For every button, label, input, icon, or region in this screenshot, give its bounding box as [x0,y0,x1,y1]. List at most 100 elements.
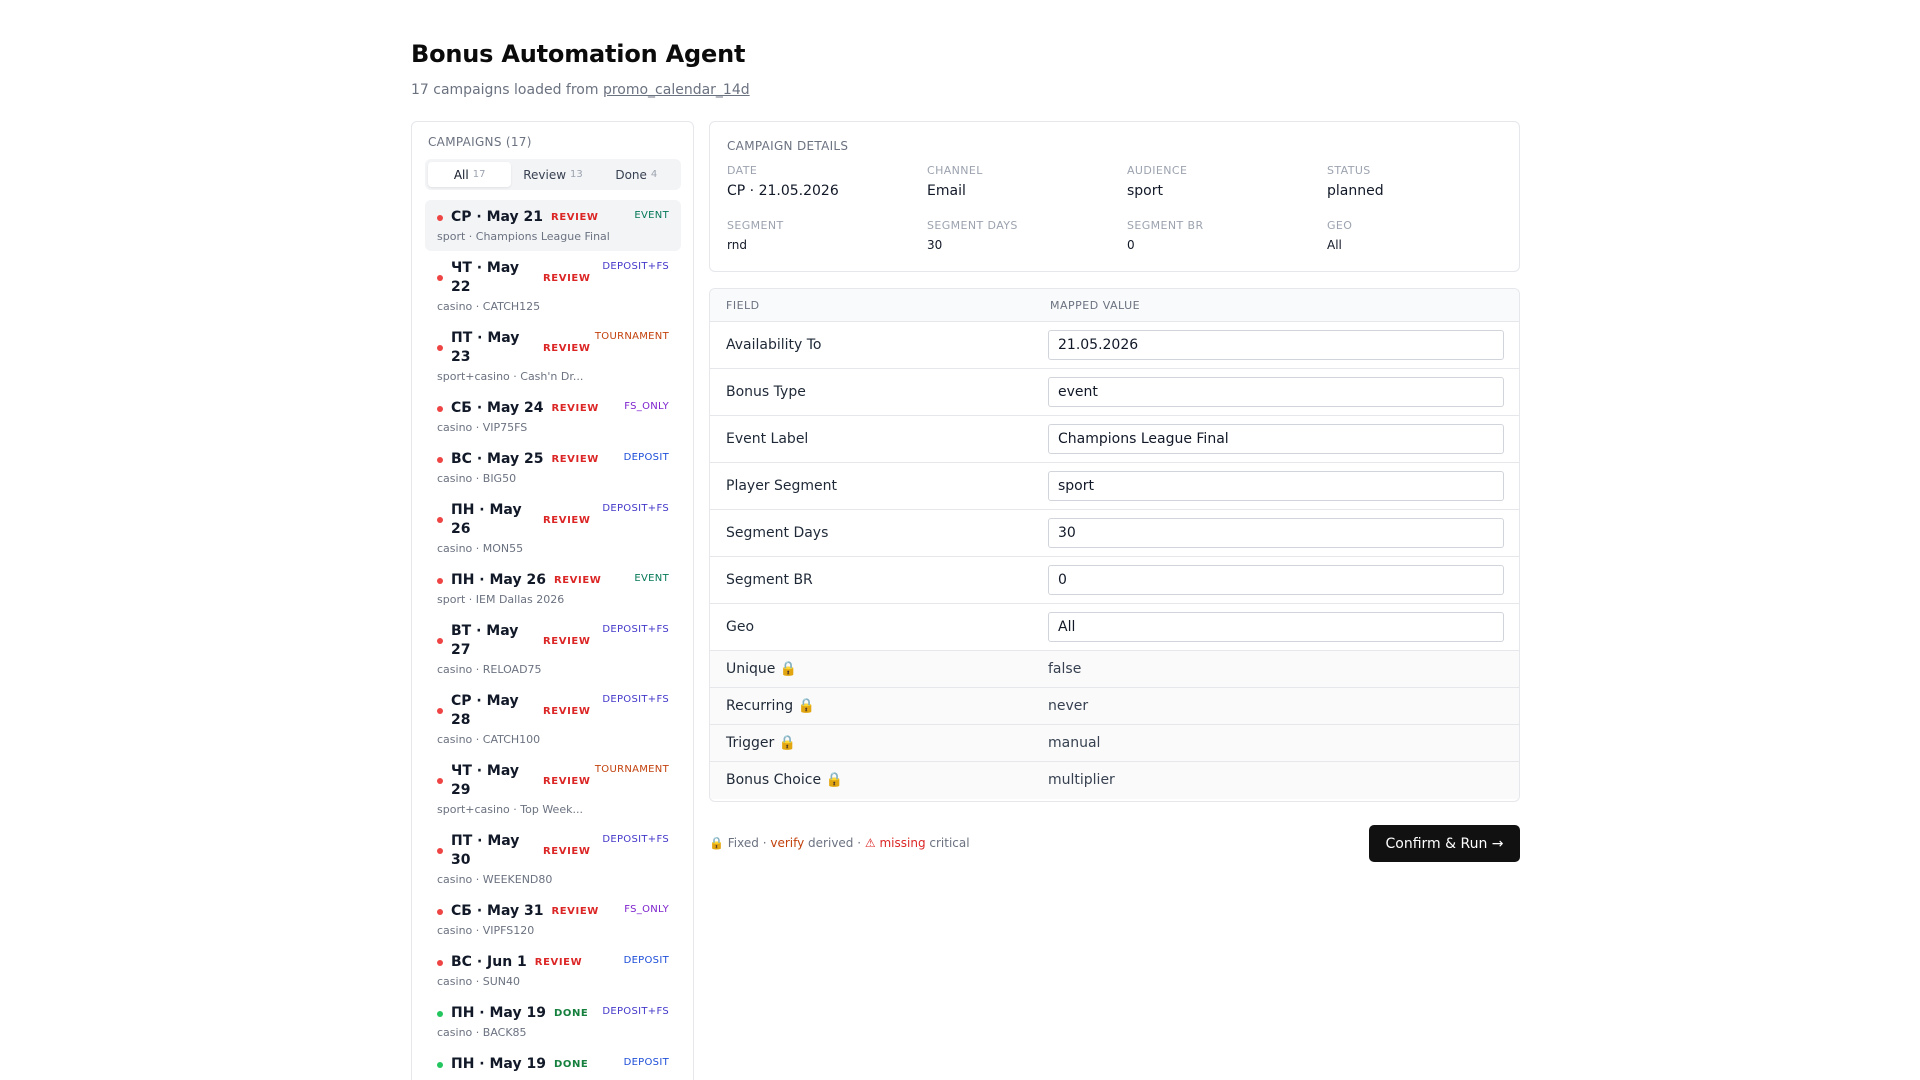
status-dot [437,345,443,351]
tab-label: Done [615,167,647,182]
campaign-list-item[interactable]: ВС · Jun 1 REVIEW DEPOSIT casino · SUN40 [425,945,681,996]
detail-value: planned [1327,183,1384,199]
campaign-date: СР · May 21 [451,209,544,225]
tab-all[interactable]: All 17 [428,162,512,187]
detail-value: 30 [927,238,943,252]
source-link[interactable]: promo_calendar_14d [603,82,750,98]
mapping-rows: Availability To Bonus Type Event Label Play… [710,322,1519,799]
legend-separator: · [762,836,767,850]
status-dot [437,959,443,966]
campaign-subtitle: sport+casino · Top Week... [437,803,583,816]
campaign-type-badge: DEPOSIT+FS [602,834,669,845]
campaign-list-item[interactable]: ЧТ · May 22 REVIEW DEPOSIT+FS casino · CATC… [425,251,681,321]
campaign-date: ПН · May 19 [451,1005,546,1021]
legend-separator: · [857,836,862,850]
campaigns-title: CAMPAIGNS (17) [428,135,532,149]
campaign-status-badge: REVIEW [543,635,591,647]
campaign-type-badge: DEPOSIT [623,452,669,463]
mapped-value-input[interactable] [1048,518,1504,548]
mapping-row: Segment Days [710,510,1519,557]
campaign-list-item[interactable]: ПТ · May 30 REVIEW DEPOSIT+FS casino · WEEK… [425,824,681,894]
campaign-list-item[interactable]: ПН · May 26 REVIEW DEPOSIT+FS casino · MON5… [425,493,681,563]
tab-review[interactable]: Review 13 [511,162,594,187]
campaign-list-item[interactable]: СР · May 21 REVIEW EVENT sport · Champions … [425,200,681,251]
campaign-date: ЧТ · May 29 [451,763,520,798]
status-dot [437,1061,443,1068]
detail-label: GEO [1327,219,1353,232]
campaign-status-badge: REVIEW [534,957,583,968]
field-label: Geo [726,619,755,635]
detail-label: SEGMENT BR [1127,219,1204,232]
campaign-type-badge: DEPOSIT+FS [602,694,669,705]
campaign-status-badge: REVIEW [551,212,599,223]
campaign-subtitle: casino · WEEKEND80 [437,873,553,886]
campaign-status-badge: REVIEW [543,845,591,857]
campaign-status-badge: REVIEW [543,514,591,526]
mapped-value-input[interactable] [1048,612,1504,642]
campaign-subtitle: casino · VIPFS120 [437,924,535,937]
detail-label: AUDIENCE [1127,164,1188,177]
mapping-row: Availability To [710,322,1519,369]
campaign-list-item[interactable]: ВС · May 25 REVIEW DEPOSIT casino · BIG50 [425,442,681,493]
campaign-subtitle: casino · RELOAD75 [437,663,542,676]
legend-derived: derived [808,836,854,850]
field-label: Segment BR [726,572,813,588]
campaign-date: СР · May 28 [451,693,519,728]
detail-segment-days: SEGMENT DAYS 30 [927,219,1018,252]
confirm-run-button[interactable]: Confirm & Run → [1369,825,1520,862]
campaign-list-item[interactable]: СР · May 28 REVIEW DEPOSIT+FS casino · CATC… [425,684,681,754]
campaign-list-item[interactable]: ВТ · May 27 REVIEW DEPOSIT+FS casino · RELO… [425,614,681,684]
campaign-status-badge: REVIEW [551,454,599,465]
campaign-list-item[interactable]: СБ · May 24 REVIEW FS_ONLY casino · VIP75FS [425,391,681,442]
mapped-value-input[interactable] [1048,565,1504,595]
detail-audience: AUDIENCE sport [1127,164,1187,199]
detail-date: DATE СР · 21.05.2026 [727,164,839,199]
detail-value: СР · 21.05.2026 [727,183,839,199]
campaign-list-item[interactable]: ПТ · May 23 REVIEW TOURNAMENT sport+casino … [425,321,681,391]
status-dot [437,778,443,784]
campaign-date: ПН · May 26 [451,572,546,588]
locked-value: never [1048,698,1089,714]
locked-mapping-row: Bonus Choice 🔒 multiplier [710,762,1519,799]
campaign-status-badge: REVIEW [551,403,599,414]
mapping-header: FIELD MAPPED VALUE [710,289,1519,322]
campaign-type-badge: DEPOSIT [623,1057,669,1068]
campaign-list-item[interactable]: СБ · May 31 REVIEW FS_ONLY casino · VIPFS12… [425,894,681,945]
campaign-list-item[interactable]: ПН · May 19 DONE DEPOSIT+FS casino · BACK85 [425,996,681,1047]
campaign-subtitle: casino · VIP75FS [437,421,528,434]
mapped-value-input[interactable] [1048,424,1504,454]
detail-value: Email [927,183,966,199]
campaign-date: СБ · May 24 [451,400,544,416]
campaign-subtitle: casino · BACK85 [437,1026,527,1039]
campaign-filter-tabs: All 17 Review 13 Done 4 [425,159,681,190]
legend-missing: ⚠ missing [864,836,926,850]
mapped-value-input[interactable] [1048,471,1504,501]
tab-label: Review [523,167,567,182]
campaign-status-badge: REVIEW [543,272,591,284]
detail-status: STATUS planned [1327,164,1384,199]
mapped-value-input[interactable] [1048,377,1504,407]
campaign-status-badge: REVIEW [543,342,591,354]
campaign-list-item[interactable]: ПН · May 26 REVIEW EVENT sport · IEM Dallas… [425,563,681,614]
status-dot [437,517,443,523]
campaign-type-badge: DEPOSIT+FS [602,503,669,514]
campaign-list-item[interactable]: ЧТ · May 29 REVIEW TOURNAMENT sport+casino … [425,754,681,824]
locked-mapping-row: Trigger 🔒 manual [710,725,1519,762]
campaign-date: СБ · May 31 [451,903,544,919]
detail-geo: GEO All [1327,219,1352,252]
campaign-date: ПН · May 19 [451,1056,546,1072]
detail-label: CHANNEL [927,164,983,177]
detail-label: DATE [727,164,758,177]
campaign-list-item[interactable]: ПН · May 19 DONE DEPOSIT [425,1047,681,1080]
campaign-subtitle: casino · SUN40 [437,975,521,988]
field-label: Player Segment [726,478,838,494]
field-label: Trigger 🔒 [726,735,797,751]
legend-verify: verify [770,836,805,850]
mapped-value-input[interactable] [1048,330,1504,360]
locked-value: false [1048,661,1082,677]
detail-label: SEGMENT [727,219,784,232]
campaign-status-badge: REVIEW [551,906,599,917]
page-subtitle: 17 campaigns loaded from promo_calendar_… [411,82,750,98]
tab-done[interactable]: Done 4 [595,162,678,187]
status-dot [437,405,443,412]
